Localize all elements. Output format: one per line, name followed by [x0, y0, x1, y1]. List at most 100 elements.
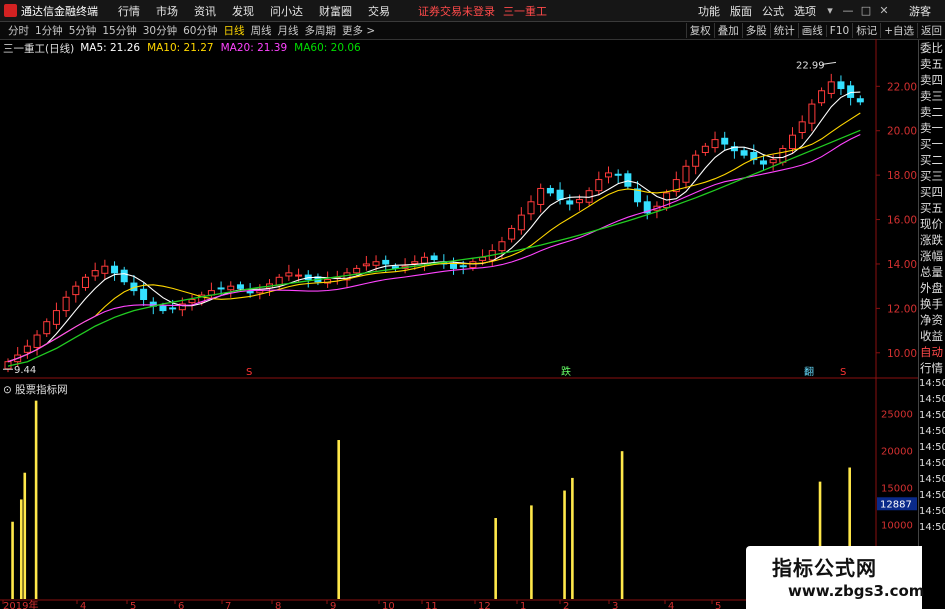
minimize-icon[interactable]: —	[841, 4, 855, 17]
volume-bar	[620, 451, 624, 599]
volume-tick-label: 10000	[881, 521, 913, 532]
period-30min[interactable]: 30分钟	[143, 23, 177, 38]
candle-body	[779, 147, 787, 163]
volume-bar	[11, 521, 14, 599]
login-status[interactable]: 证券交易未登录	[418, 3, 495, 19]
period-weekly[interactable]: 周线	[251, 23, 272, 38]
period-intraday[interactable]: 分时	[8, 23, 29, 38]
period-1min[interactable]: 1分钟	[35, 23, 63, 38]
side-item-11[interactable]: 现价	[919, 216, 945, 232]
adjust-button[interactable]: 复权	[685, 23, 714, 38]
side-item-1[interactable]: 卖五	[919, 56, 945, 72]
x-tick-label: 11	[425, 601, 438, 609]
watermark: 指标公式网 www.zbgs3.com	[746, 546, 924, 609]
volume-current-label: 12887	[880, 499, 912, 510]
back-button[interactable]: 返回	[917, 23, 945, 38]
price-tick-label: 16.00	[887, 215, 917, 227]
menu-market[interactable]: 市场	[156, 3, 178, 19]
menu-news[interactable]: 资讯	[194, 3, 216, 19]
candle-body	[420, 256, 428, 264]
side-item-19[interactable]: 自动	[919, 344, 945, 360]
maximize-icon[interactable]: □	[859, 4, 873, 17]
side-item-9[interactable]: 买四	[919, 184, 945, 200]
side-time-1: 14:50	[919, 394, 945, 405]
period-more[interactable]: 更多 >	[342, 23, 375, 38]
candle-body	[469, 261, 477, 269]
mark-button[interactable]: 标记	[852, 23, 880, 38]
volume-bar	[494, 518, 497, 599]
menu-trade[interactable]: 交易	[368, 3, 390, 19]
candle-body	[575, 199, 583, 204]
menu-formula[interactable]: 公式	[762, 3, 784, 19]
menu-ask-xiaoda[interactable]: 问小达	[270, 3, 303, 19]
candle-body	[837, 81, 845, 90]
add-watchlist-button[interactable]: +自选	[880, 23, 917, 38]
menu-function[interactable]: 功能	[698, 3, 720, 19]
volume-bar	[19, 499, 23, 599]
candle-body	[140, 288, 148, 300]
indicator-icon[interactable]: ⊙	[3, 384, 12, 396]
side-item-20[interactable]: 行情	[919, 360, 945, 376]
menu-wealth-circle[interactable]: 财富圈	[319, 3, 352, 19]
f10-button[interactable]: F10	[825, 24, 852, 37]
x-tick-label: 3	[612, 601, 618, 609]
side-item-16[interactable]: 换手	[919, 296, 945, 312]
side-item-8[interactable]: 买三	[919, 168, 945, 184]
side-item-6[interactable]: 买一	[919, 136, 945, 152]
candle-body	[537, 187, 545, 205]
kline-chart[interactable]: 22.00 20.00 18.00 16.00 14.00 12.00 10.00 25000…	[0, 39, 918, 609]
candle-body	[111, 265, 119, 274]
candle-body	[556, 189, 564, 201]
signal-marker: S	[246, 367, 252, 378]
side-item-3[interactable]: 卖三	[919, 88, 945, 104]
side-item-5[interactable]: 卖一	[919, 120, 945, 136]
candle-body	[159, 305, 167, 312]
side-item-15[interactable]: 外盘	[919, 280, 945, 296]
side-item-4[interactable]: 卖二	[919, 104, 945, 120]
menu-layout[interactable]: 版面	[730, 3, 752, 19]
period-60min[interactable]: 60分钟	[183, 23, 217, 38]
side-item-12[interactable]: 涨跌	[919, 232, 945, 248]
period-5min[interactable]: 5分钟	[69, 23, 97, 38]
ma20-value: MA20: 21.39	[220, 42, 288, 54]
multi-stock-button[interactable]: 多股	[741, 23, 770, 38]
side-item-14[interactable]: 总量	[919, 264, 945, 280]
candle-body	[546, 187, 554, 194]
guest-user[interactable]: 游客	[909, 3, 931, 19]
candle-body	[721, 137, 729, 145]
side-item-7[interactable]: 买二	[919, 152, 945, 168]
side-item-2[interactable]: 卖四	[919, 72, 945, 88]
candle-body	[789, 134, 797, 149]
x-tick-label: 6	[178, 601, 184, 609]
candle-body	[566, 200, 574, 205]
volume-bar	[23, 472, 27, 599]
price-tick-label: 20.00	[887, 126, 917, 138]
close-icon[interactable]: ✕	[877, 4, 891, 17]
menu-options[interactable]: 选项	[794, 3, 816, 19]
menu-discover[interactable]: 发现	[232, 3, 254, 19]
candle-body	[33, 334, 41, 348]
dropdown-icon[interactable]: ▾	[823, 4, 837, 17]
period-daily[interactable]: 日线	[224, 23, 245, 38]
candle-body	[52, 310, 60, 325]
side-item-17[interactable]: 净资	[919, 312, 945, 328]
x-tick-label: 2019年	[3, 599, 38, 609]
volume-bar	[571, 477, 574, 599]
draw-line-button[interactable]: 画线	[797, 23, 826, 38]
period-15min[interactable]: 15分钟	[102, 23, 136, 38]
side-item-0[interactable]: 委比	[919, 40, 945, 56]
candle-body	[604, 172, 612, 178]
overlay-button[interactable]: 叠加	[713, 23, 742, 38]
candle-body	[798, 121, 806, 134]
candle-body	[217, 287, 225, 290]
statistics-button[interactable]: 统计	[769, 23, 798, 38]
period-monthly[interactable]: 月线	[278, 23, 299, 38]
chart-title: 三一重工(日线)	[3, 42, 75, 55]
menu-quotes[interactable]: 行情	[118, 3, 140, 19]
period-multi[interactable]: 多周期	[305, 23, 337, 38]
side-item-13[interactable]: 涨幅	[919, 248, 945, 264]
x-tick-label: 8	[275, 601, 281, 609]
side-item-10[interactable]: 买五	[919, 200, 945, 216]
side-item-18[interactable]: 收益	[919, 328, 945, 344]
volume-bar	[34, 400, 38, 599]
